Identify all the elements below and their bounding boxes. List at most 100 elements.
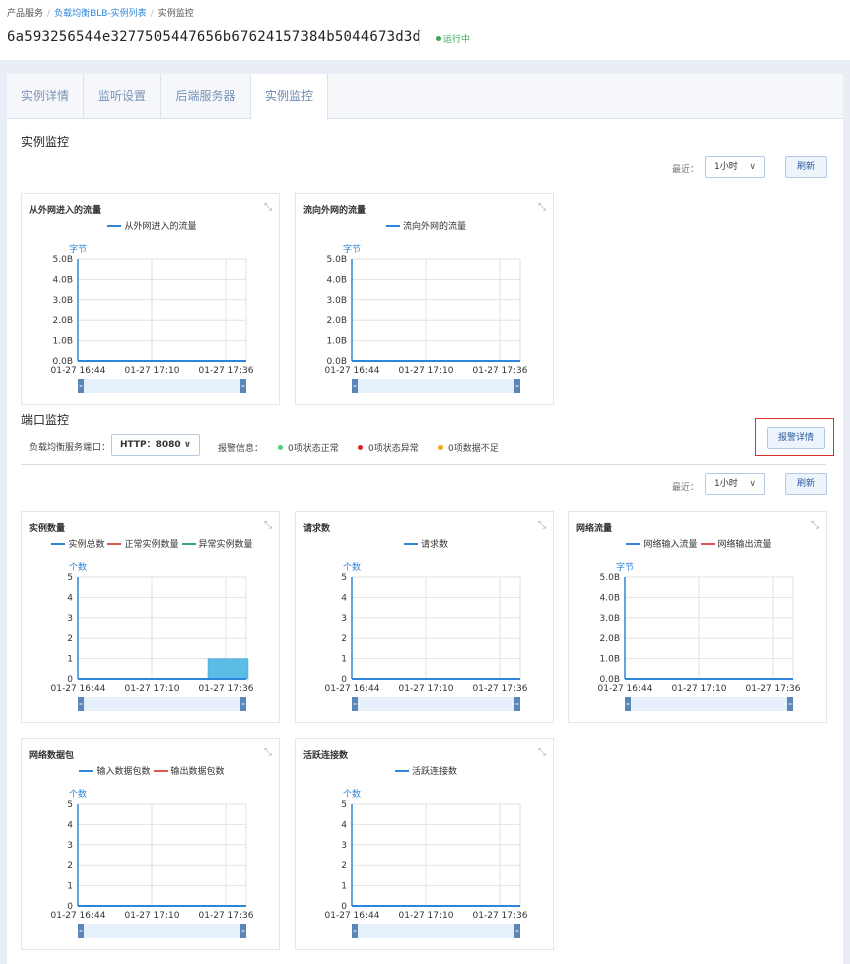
x-tick-label: 01-27 17:36 xyxy=(199,684,254,694)
alarm-detail-button[interactable]: 报警详情 xyxy=(767,427,825,449)
x-tick-label: 01-27 17:10 xyxy=(399,911,454,921)
tab-instance-monitor[interactable]: 实例监控 xyxy=(251,74,328,120)
y-tick-label: 1.0B xyxy=(327,337,348,347)
divider xyxy=(419,31,420,45)
time-range-select[interactable]: 1小时 ∨ xyxy=(705,473,765,495)
y-tick-label: 4.0B xyxy=(600,593,621,603)
y-tick-label: 1 xyxy=(341,655,347,665)
alarm-abnormal-text: 0项状态异常 xyxy=(368,444,419,454)
zoom-slider-track xyxy=(352,379,520,393)
breadcrumb-parent-link[interactable]: 负载均衡BLB-实例列表 xyxy=(54,9,147,19)
chart-card: 从外网进入的流量 ⤡ 从外网进入的流量 字节 5.0B 4.0B 3.0B 2.0B 1.0B 0… xyxy=(21,193,280,405)
y-tick-label: 1 xyxy=(67,882,73,892)
y-tick-label: 4.0B xyxy=(327,275,348,285)
x-tick-label: 01-27 17:36 xyxy=(473,684,528,694)
tab-instance-detail[interactable]: 实例详情 xyxy=(7,74,84,119)
chart-plot: 54321001-27 16:44 01-27 17:10 01-27 17:36 xyxy=(51,800,254,938)
time-range-select[interactable]: 1小时 ∨ xyxy=(705,156,765,178)
x-tick-label: 01-27 16:44 xyxy=(51,911,106,921)
chart-plot: 54321001-27 16:44 01-27 17:10 01-27 17:36 xyxy=(51,573,254,711)
y-tick-label: 3 xyxy=(341,841,347,851)
y-tick-label: 4 xyxy=(341,593,347,603)
y-tick-label: 1 xyxy=(67,655,73,665)
time-range-value: 1小时 xyxy=(714,479,738,489)
x-tick-label: 01-27 17:10 xyxy=(125,366,180,376)
y-tick-label: 5.0B xyxy=(53,255,74,265)
refresh-button[interactable]: 刷新 xyxy=(785,156,827,178)
x-tick-label: 01-27 16:44 xyxy=(325,684,380,694)
chevron-down-icon: ∨ xyxy=(183,440,191,450)
y-tick-label: 3.0B xyxy=(327,296,348,306)
tab-bar: 实例详情 监听设置 后端服务器 实例监控 xyxy=(7,74,843,120)
y-tick-label: 5 xyxy=(67,573,73,583)
breadcrumb-separator: / xyxy=(47,9,51,19)
alarm-insufficient-text: 0项数据不足 xyxy=(448,444,499,454)
refresh-button[interactable]: 刷新 xyxy=(785,473,827,495)
section-title-port-monitor: 端口监控 xyxy=(21,413,70,427)
status-text: 运行中 xyxy=(443,35,471,45)
x-tick-label: 01-27 17:10 xyxy=(399,366,454,376)
chevron-down-icon: ∨ xyxy=(749,479,756,489)
breadcrumb: 产品服务 / 负载均衡BLB-实例列表 / 实例监控 xyxy=(7,6,194,19)
zoom-slider-track xyxy=(352,924,520,938)
y-tick-label: 5 xyxy=(341,573,347,583)
y-tick-label: 2 xyxy=(341,634,347,644)
chart-card: 网络数据包 ⤡ 输入数据包数 输出数据包数 个数 5 4 3 2 1 0 01-27 16:44 01-… xyxy=(21,738,280,950)
status-dot-icon xyxy=(438,445,443,450)
y-tick-label: 4 xyxy=(67,820,73,830)
y-tick-label: 5 xyxy=(67,800,73,810)
divider xyxy=(21,464,826,465)
recent-label: 最近： xyxy=(672,165,700,175)
x-tick-label: 01-27 16:44 xyxy=(51,366,106,376)
port-label: 负载均衡服务端口： xyxy=(29,443,111,453)
status-dot-icon xyxy=(358,445,363,450)
alarm-normal: 0项状态正常 xyxy=(278,441,339,454)
instance-id: 6a593256544e3277505447656b67624157384b50… xyxy=(7,29,422,45)
zoom-slider-track xyxy=(78,697,246,711)
x-tick-label: 01-27 17:36 xyxy=(199,911,254,921)
y-tick-label: 2 xyxy=(67,861,73,871)
y-tick-label: 3.0B xyxy=(53,296,74,306)
x-tick-label: 01-27 17:36 xyxy=(473,366,528,376)
chart-plot: 5.0B4.0B3.0B2.0B1.0B0.0B01-27 16:44 01-27… xyxy=(325,255,528,393)
zoom-slider-track xyxy=(78,379,246,393)
chart-card: 请求数 ⤡ 请求数 个数 5 4 3 2 1 0 01-27 16:44 01-27 17:10 01-… xyxy=(295,511,554,723)
tab-listener-settings[interactable]: 监听设置 xyxy=(84,74,161,119)
alarm-info-label: 报警信息： xyxy=(218,444,264,454)
tab-backend-servers[interactable]: 后端服务器 xyxy=(161,74,251,119)
y-tick-label: 4.0B xyxy=(53,275,74,285)
chart-card: 流向外网的流量 ⤡ 流向外网的流量 字节 5.0B 4.0B 3.0B 2.0B 1.0B 0.0… xyxy=(295,193,554,405)
y-tick-label: 5.0B xyxy=(327,255,348,265)
port-value: HTTP：8080 xyxy=(120,440,181,450)
y-tick-label: 3.0B xyxy=(600,614,621,624)
x-tick-label: 01-27 17:10 xyxy=(125,684,180,694)
breadcrumb-root[interactable]: 产品服务 xyxy=(7,9,43,19)
y-tick-label: 2 xyxy=(67,634,73,644)
x-tick-label: 01-27 16:44 xyxy=(325,366,380,376)
chart-card: 活跃连接数 ⤡ 活跃连接数 个数 5 4 3 2 1 0 01-27 16:44 01-27 17:1… xyxy=(295,738,554,950)
alarm-abnormal: 0项状态异常 xyxy=(358,441,419,454)
zoom-slider-track xyxy=(78,924,246,938)
recent-label: 最近： xyxy=(672,483,700,493)
chevron-down-icon: ∨ xyxy=(749,162,756,172)
y-tick-label: 4 xyxy=(67,593,73,603)
x-tick-label: 01-27 16:44 xyxy=(325,911,380,921)
status-dot-icon xyxy=(278,445,283,450)
y-tick-label: 3 xyxy=(67,614,73,624)
alarm-normal-text: 0项状态正常 xyxy=(288,444,339,454)
zoom-slider-track xyxy=(625,697,793,711)
port-select[interactable]: HTTP：8080 ∨ xyxy=(111,434,200,456)
breadcrumb-current: 实例监控 xyxy=(157,9,194,19)
y-tick-label: 5.0B xyxy=(600,573,621,583)
y-tick-label: 2.0B xyxy=(600,634,621,644)
y-tick-label: 2 xyxy=(341,861,347,871)
y-tick-label: 5 xyxy=(341,800,347,810)
y-tick-label: 3 xyxy=(67,841,73,851)
time-range-value: 1小时 xyxy=(714,162,738,172)
y-tick-label: 1.0B xyxy=(600,655,621,665)
y-tick-label: 1 xyxy=(341,882,347,892)
chart-plot: 54321001-27 16:44 01-27 17:10 01-27 17:36 xyxy=(325,573,528,711)
page-header: 产品服务 / 负载均衡BLB-实例列表 / 实例监控 6a593256544e32775… xyxy=(0,0,850,60)
x-tick-label: 01-27 17:36 xyxy=(473,911,528,921)
x-tick-label: 01-27 17:36 xyxy=(746,684,801,694)
